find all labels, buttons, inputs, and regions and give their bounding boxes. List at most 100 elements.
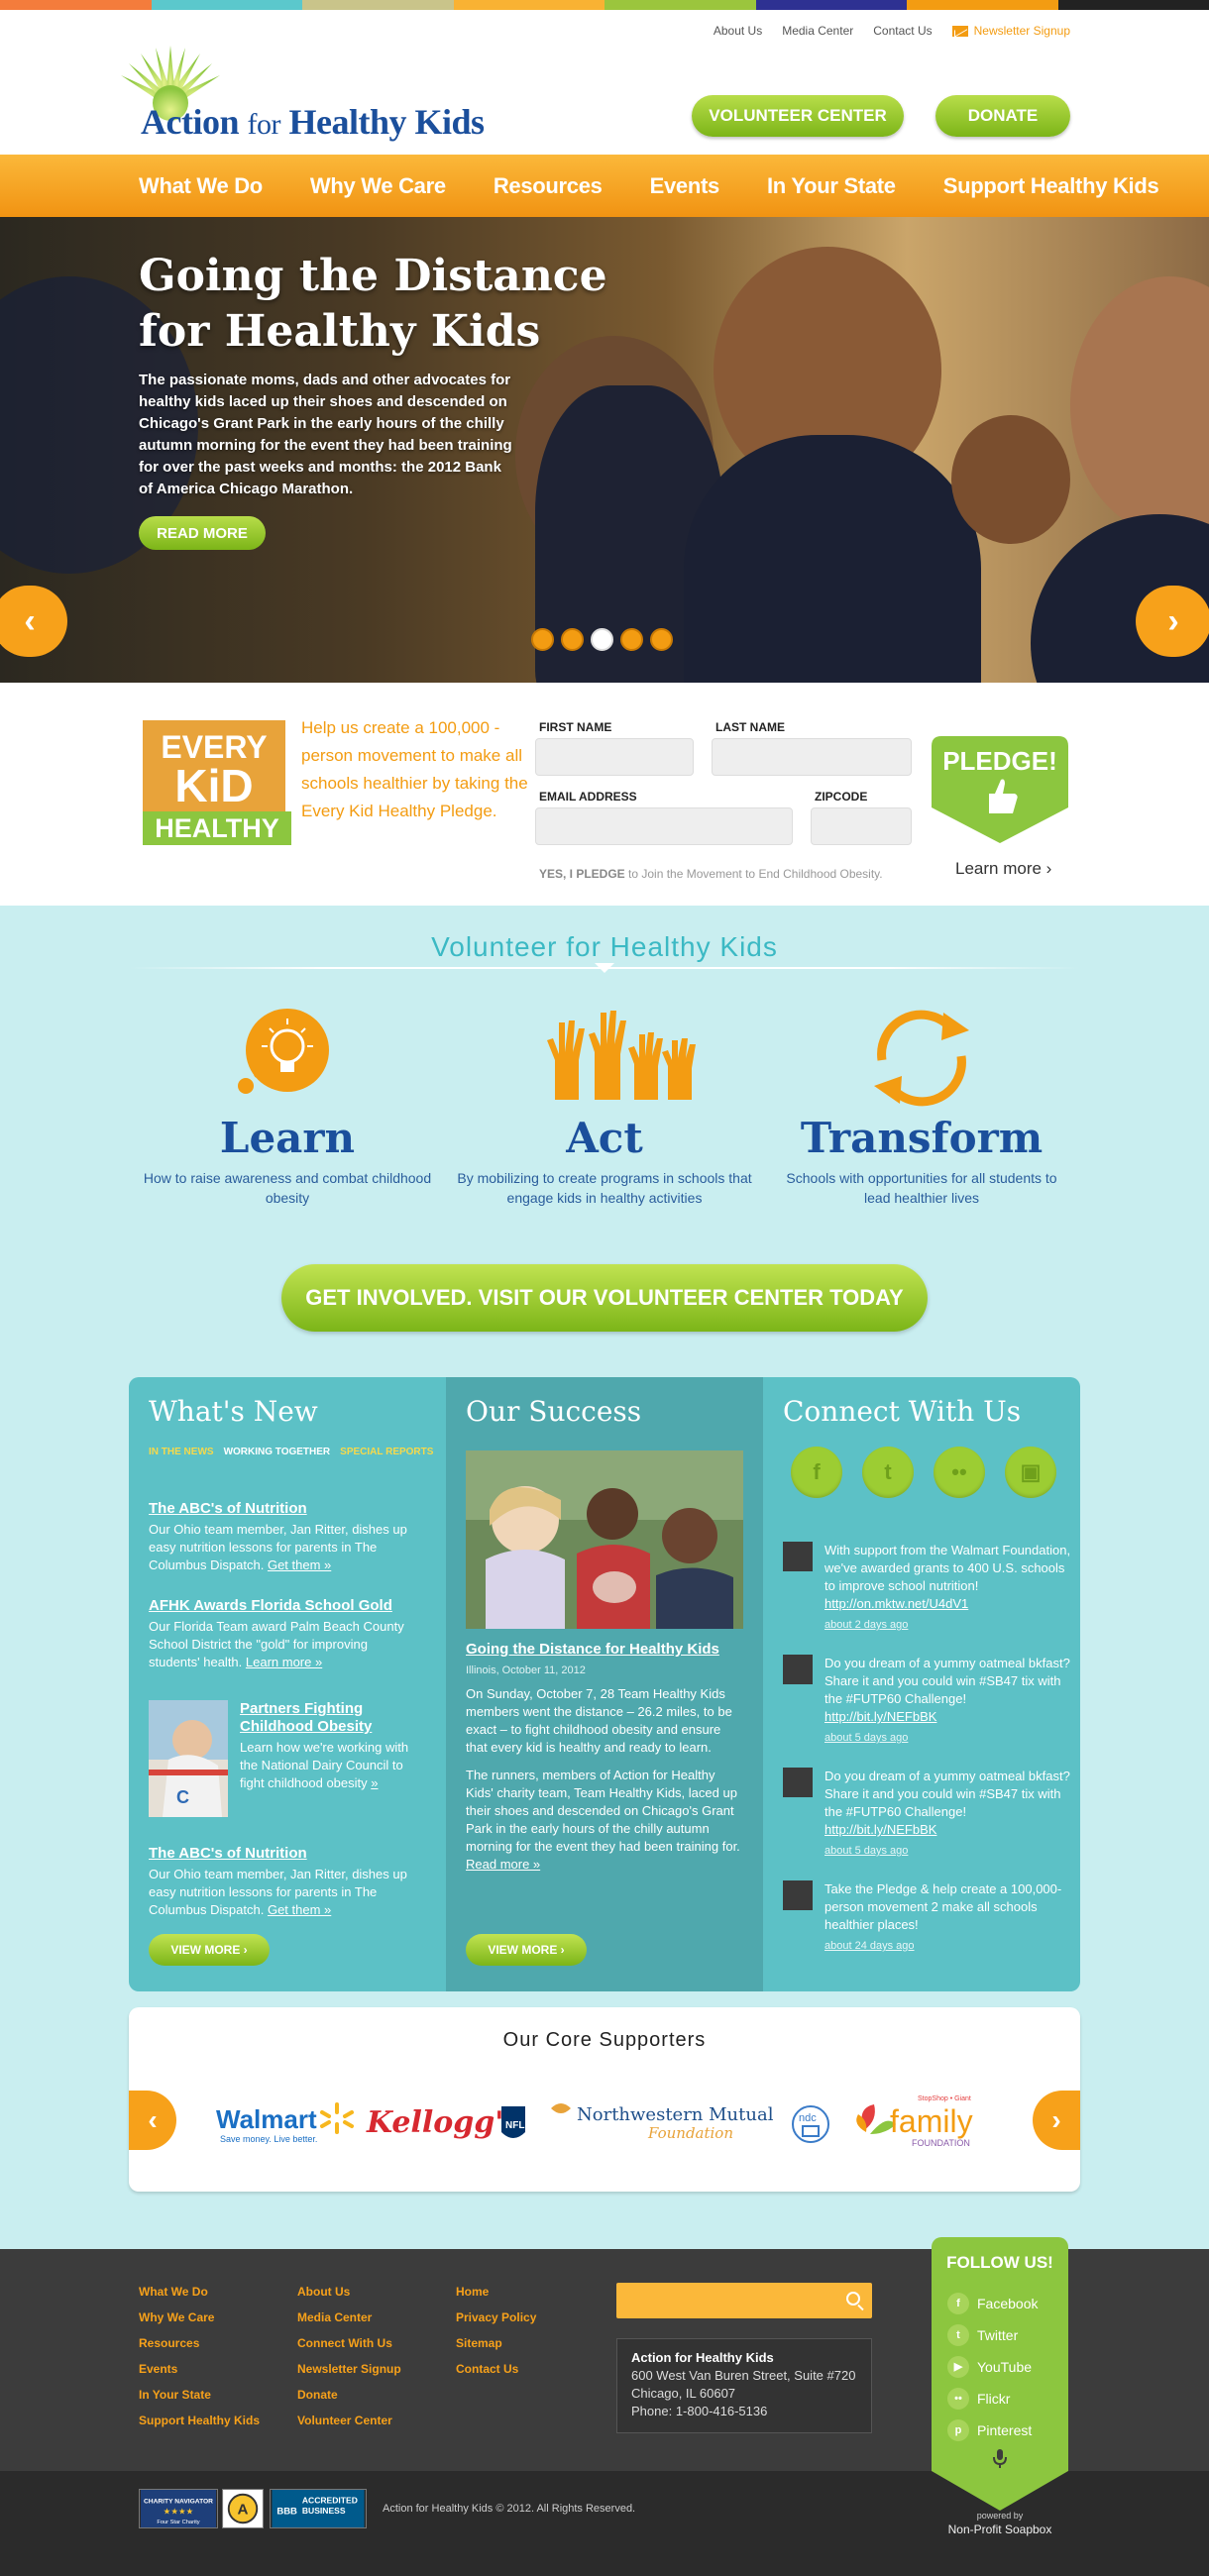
volunteer-section: Volunteer for Healthy Kids Learn How to … — [0, 906, 1209, 2249]
svg-text:HEALTHY: HEALTHY — [155, 813, 279, 843]
flickr-icon[interactable]: •• — [934, 1447, 985, 1498]
news-item-title[interactable]: AFHK Awards Florida School Gold — [149, 1597, 416, 1615]
footer-link[interactable]: Home — [456, 2279, 536, 2305]
utility-media-link[interactable]: Media Center — [782, 24, 853, 38]
svg-text:ndc: ndc — [799, 2112, 817, 2124]
nav-resources[interactable]: Resources — [494, 173, 603, 199]
news-item-link[interactable]: Get them » — [268, 1902, 331, 1917]
get-involved-button[interactable]: GET INVOLVED. VISIT OUR VOLUNTEER CENTER… — [281, 1264, 928, 1332]
news-item-title[interactable]: The ABC's of Nutrition — [149, 1845, 416, 1863]
footer-link[interactable]: Connect With Us — [297, 2330, 401, 2356]
charity-navigator-badge[interactable]: CHARITY NAVIGATOR ★★★★ Four Star Charity — [139, 2489, 218, 2528]
tweet-time[interactable]: about 5 days ago — [824, 1842, 1072, 1860]
news-item-title[interactable]: Partners Fighting Childhood Obesity — [240, 1700, 418, 1736]
supporters-next-arrow[interactable]: › — [1033, 2091, 1080, 2150]
footer-link[interactable]: About Us — [297, 2279, 401, 2305]
footer-link[interactable]: Newsletter Signup — [297, 2356, 401, 2382]
site-logo[interactable]: Action for Healthy Kids — [111, 38, 587, 147]
our-success-view-more-button[interactable]: VIEW MORE › — [466, 1934, 587, 1966]
footer-link[interactable]: Why We Care — [139, 2305, 260, 2330]
news-item-link[interactable]: Learn more » — [246, 1655, 322, 1669]
footer-link[interactable]: Media Center — [297, 2305, 401, 2330]
first-name-input[interactable] — [535, 738, 694, 776]
tab-special-reports[interactable]: SPECIAL REPORTS — [340, 1447, 433, 1457]
follow-pinterest[interactable]: p Pinterest — [947, 2419, 1032, 2441]
news-item-link[interactable]: Get them » — [268, 1557, 331, 1572]
nav-what-we-do[interactable]: What We Do — [139, 173, 263, 199]
tweet-time[interactable]: about 5 days ago — [824, 1729, 1072, 1747]
tweet-avatar — [783, 1768, 813, 1797]
nav-events[interactable]: Events — [650, 173, 720, 199]
search-icon[interactable] — [846, 2292, 860, 2306]
follow-youtube[interactable]: ▶ YouTube — [947, 2356, 1032, 2378]
tweet-link[interactable]: http://on.mktw.net/U4dV1 — [824, 1596, 968, 1611]
email-input[interactable] — [535, 807, 793, 845]
svg-text:KiD: KiD — [174, 760, 253, 811]
follow-title: FOLLOW US! — [946, 2253, 1053, 2272]
pledge-button[interactable]: PLEDGE! — [932, 736, 1068, 843]
twitter-icon: t — [947, 2324, 969, 2346]
slider-dot[interactable] — [561, 628, 584, 651]
main-nav: What We Do Why We Care Resources Events … — [0, 155, 1209, 217]
svg-text:Kellogg's: Kellogg's — [366, 2105, 520, 2140]
footer-link[interactable]: Contact Us — [456, 2356, 536, 2382]
tweet-link[interactable]: http://bit.ly/NEFbBK — [824, 1822, 936, 1837]
bbb-accredited-badge[interactable]: BBB ACCREDITED BUSINESS — [270, 2489, 367, 2528]
youtube-icon[interactable]: ▣ — [1005, 1447, 1056, 1498]
tweet-time[interactable]: about 2 days ago — [824, 1616, 1072, 1634]
volunteer-center-button[interactable]: VOLUNTEER CENTER — [692, 95, 904, 137]
a-rating-badge[interactable]: A — [222, 2489, 264, 2528]
tweet-time[interactable]: about 24 days ago — [824, 1937, 1072, 1955]
whats-new-view-more-button[interactable]: VIEW MORE › — [149, 1934, 270, 1966]
slider-dot[interactable] — [620, 628, 643, 651]
nav-why-we-care[interactable]: Why We Care — [310, 173, 446, 199]
footer-search-input[interactable] — [616, 2283, 872, 2318]
footer-link[interactable]: Sitemap — [456, 2330, 536, 2356]
pledge-learn-more-link[interactable]: Learn more › — [955, 859, 1051, 879]
follow-twitter[interactable]: t Twitter — [947, 2324, 1018, 2346]
hero-read-more-button[interactable]: READ MORE — [139, 516, 266, 550]
svg-text:NFL: NFL — [505, 2120, 524, 2131]
twitter-icon[interactable]: t — [862, 1447, 914, 1498]
news-item-title[interactable]: The ABC's of Nutrition — [149, 1500, 416, 1518]
facebook-icon[interactable]: f — [791, 1447, 842, 1498]
footer-link[interactable]: Support Healthy Kids — [139, 2408, 260, 2433]
footer-link[interactable]: Events — [139, 2356, 260, 2382]
nav-in-your-state[interactable]: In Your State — [767, 173, 896, 199]
news-item-link[interactable]: » — [371, 1775, 378, 1790]
footer-link[interactable]: Privacy Policy — [456, 2305, 536, 2330]
slider-dot[interactable] — [591, 628, 613, 651]
last-name-input[interactable] — [712, 738, 912, 776]
zipcode-input[interactable] — [811, 807, 912, 845]
donate-button[interactable]: DONATE — [935, 95, 1070, 137]
soapbox-link[interactable]: Non-Profit Soapbox — [932, 2522, 1068, 2536]
footer-link[interactable]: What We Do — [139, 2279, 260, 2305]
slider-dot[interactable] — [531, 628, 554, 651]
success-read-more-link[interactable]: Read more » — [466, 1857, 540, 1872]
slider-dot[interactable] — [650, 628, 673, 651]
footer-link[interactable]: Resources — [139, 2330, 260, 2356]
news-item: The ABC's of Nutrition Our Ohio team mem… — [149, 1500, 416, 1574]
act-column: Act By mobilizing to create programs in … — [456, 1001, 753, 1208]
tab-working-together[interactable]: WORKING TOGETHER — [224, 1447, 331, 1457]
footer-link[interactable]: Donate — [297, 2382, 401, 2408]
supporters-prev-arrow[interactable]: ‹ — [129, 2091, 176, 2150]
hero-next-arrow[interactable]: › — [1136, 586, 1209, 657]
tab-in-the-news[interactable]: IN THE NEWS — [149, 1447, 214, 1457]
utility-contact-link[interactable]: Contact Us — [873, 24, 932, 38]
cycle-arrows-icon — [874, 1010, 969, 1107]
footer-link[interactable]: In Your State — [139, 2382, 260, 2408]
newsletter-signup-link[interactable]: Newsletter Signup — [951, 24, 1070, 38]
tweet-link[interactable]: http://bit.ly/NEFbBK — [824, 1709, 936, 1724]
nfl-logo: NFL — [501, 2106, 525, 2138]
footer-link[interactable]: Volunteer Center — [297, 2408, 401, 2433]
follow-flickr[interactable]: •• Flickr — [947, 2388, 1010, 2410]
nav-support-healthy-kids[interactable]: Support Healthy Kids — [943, 173, 1159, 199]
tweet-avatar — [783, 1880, 813, 1910]
hero-prev-arrow[interactable]: ‹ — [0, 586, 67, 657]
utility-about-link[interactable]: About Us — [714, 24, 762, 38]
follow-facebook[interactable]: f Facebook — [947, 2293, 1038, 2314]
success-dateline: Illinois, October 11, 2012 — [466, 1664, 586, 1676]
success-story-title[interactable]: Going the Distance for Healthy Kids — [466, 1641, 743, 1659]
news-item: AFHK Awards Florida School Gold Our Flor… — [149, 1597, 416, 1671]
